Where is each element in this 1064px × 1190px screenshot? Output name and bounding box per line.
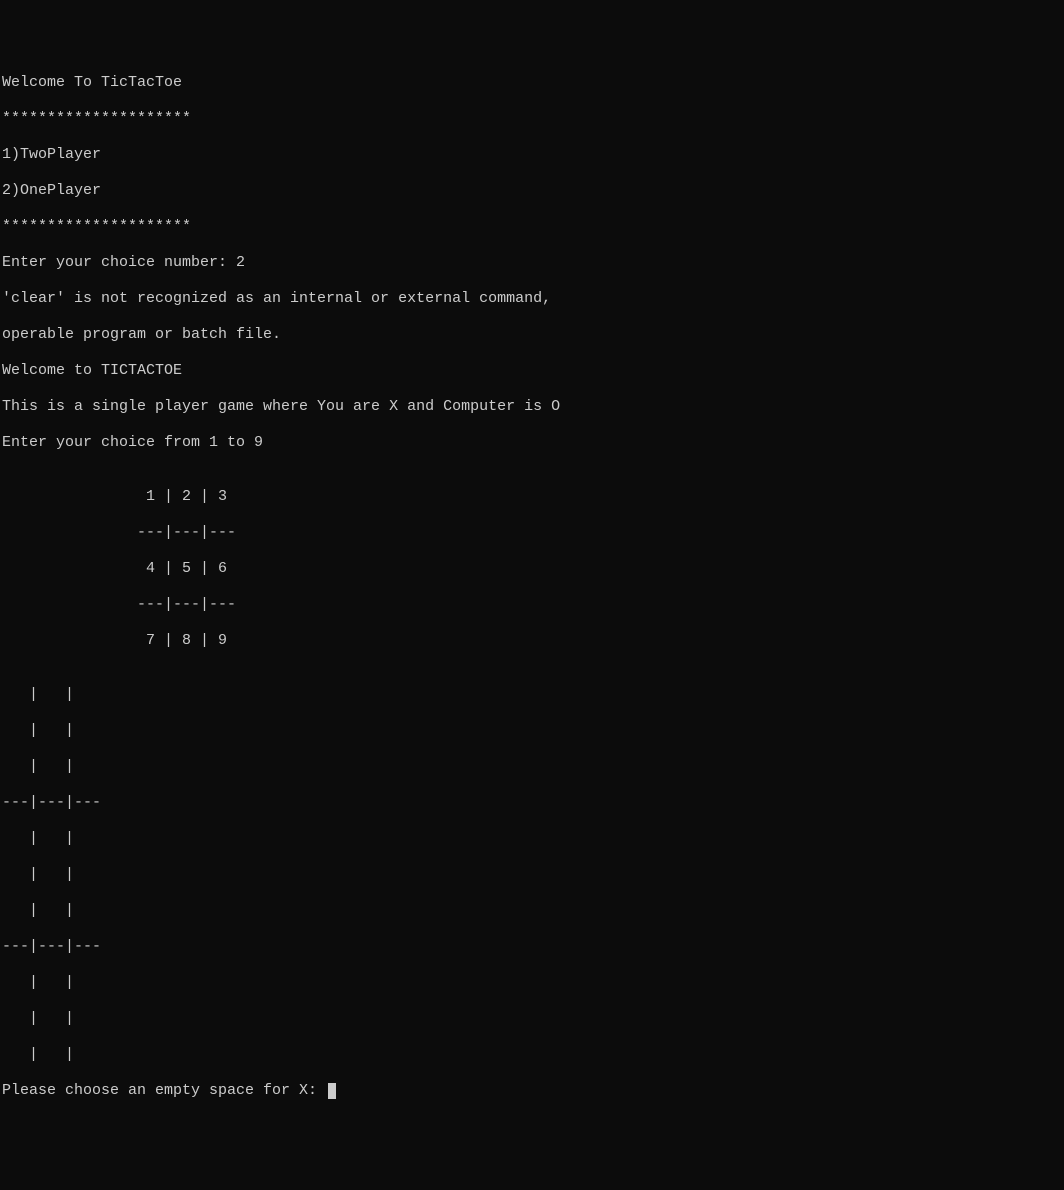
game-board-cell-row: | | [2, 758, 1064, 776]
separator-stars: ********************* [2, 110, 1064, 128]
reference-grid-div1: ---|---|--- [2, 524, 1064, 542]
game-board-cell-row: | | [2, 902, 1064, 920]
reference-grid-row2: 4 | 5 | 6 [2, 560, 1064, 578]
game-description: This is a single player game where You a… [2, 398, 1064, 416]
game-board-cell-row: | | [2, 722, 1064, 740]
reference-grid-row1: 1 | 2 | 3 [2, 488, 1064, 506]
reference-grid-div2: ---|---|--- [2, 596, 1064, 614]
input-prompt-line[interactable]: Please choose an empty space for X: [2, 1082, 1064, 1100]
separator-stars: ********************* [2, 218, 1064, 236]
game-board-cell-row: | | [2, 974, 1064, 992]
cursor-icon [328, 1083, 336, 1099]
input-prompt-text: Please choose an empty space for X: [2, 1082, 326, 1100]
error-message-line2: operable program or batch file. [2, 326, 1064, 344]
choice-prompt-entered: Enter your choice number: 2 [2, 254, 1064, 272]
menu-option-oneplayer: 2)OnePlayer [2, 182, 1064, 200]
error-message-line1: 'clear' is not recognized as an internal… [2, 290, 1064, 308]
welcome-title: Welcome To TicTacToe [2, 74, 1064, 92]
game-board-cell-row: | | [2, 1046, 1064, 1064]
reference-grid-row3: 7 | 8 | 9 [2, 632, 1064, 650]
game-board-divider: ---|---|--- [2, 794, 1064, 812]
menu-option-twoplayer: 1)TwoPlayer [2, 146, 1064, 164]
game-welcome: Welcome to TICTACTOE [2, 362, 1064, 380]
choice-instruction: Enter your choice from 1 to 9 [2, 434, 1064, 452]
game-board-divider: ---|---|--- [2, 938, 1064, 956]
game-board-cell-row: | | [2, 830, 1064, 848]
game-board-cell-row: | | [2, 1010, 1064, 1028]
game-board-cell-row: | | [2, 686, 1064, 704]
game-board-cell-row: | | [2, 866, 1064, 884]
